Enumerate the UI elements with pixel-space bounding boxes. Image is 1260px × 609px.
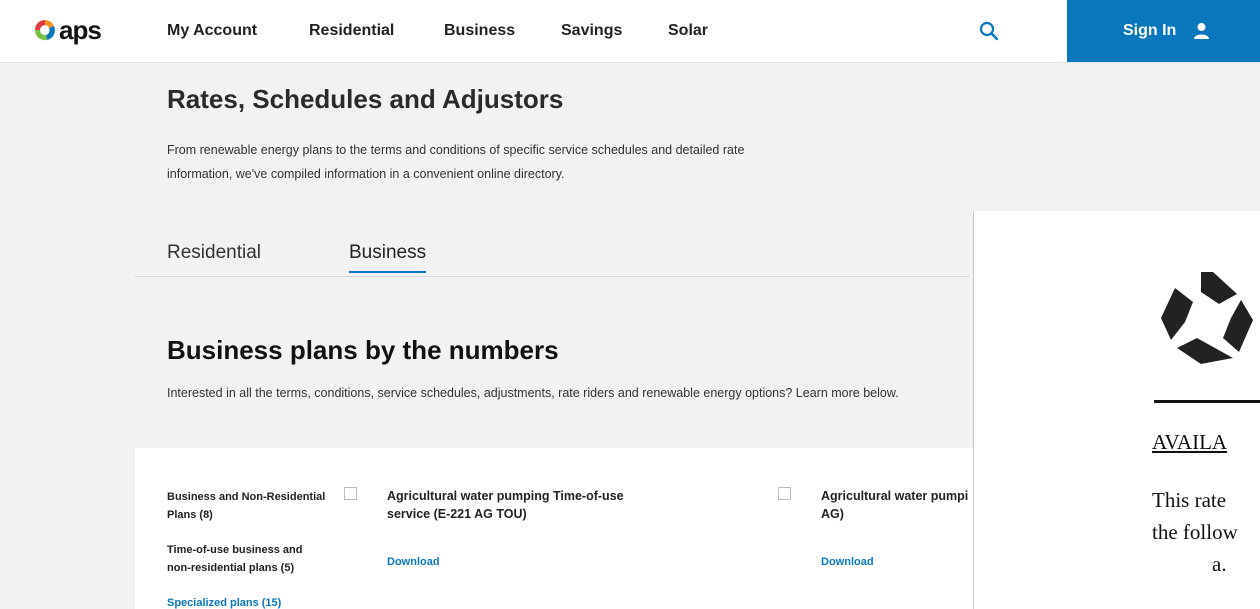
nav-solar[interactable]: Solar: [668, 22, 708, 40]
sign-in-label: Sign In: [1123, 22, 1177, 39]
tab-residential[interactable]: Residential: [167, 242, 261, 271]
logo-text: aps: [59, 15, 102, 45]
filter-time-of-use[interactable]: Time-of-use business and non-residential…: [167, 541, 312, 577]
filter-specialized-plans[interactable]: Specialized plans (15): [167, 594, 327, 609]
filter-business-non-residential[interactable]: Business and Non-Residential Plans (8): [167, 488, 327, 524]
sign-in-button[interactable]: Sign In: [1067, 0, 1260, 62]
search-icon: [979, 21, 999, 41]
document-line-2: the follow: [1152, 520, 1238, 544]
plan-checkbox-2[interactable]: [778, 487, 791, 500]
nav-business[interactable]: Business: [444, 22, 515, 40]
document-rule: [1154, 400, 1260, 403]
aps-logo-icon: [34, 20, 55, 41]
search-button[interactable]: [978, 20, 1000, 42]
nav-savings[interactable]: Savings: [561, 22, 622, 40]
plan-title-2: Agricultural water pumpi AG): [821, 489, 969, 521]
plan-title-1: Agricultural water pumping Time-of-use s…: [387, 489, 624, 521]
plans-panel: Business and Non-Residential Plans (8) T…: [135, 448, 973, 609]
top-nav: aps My Account Residential Business Savi…: [0, 0, 1260, 63]
page-title: Rates, Schedules and Adjustors: [167, 84, 564, 114]
plan-checkbox-1[interactable]: [344, 487, 357, 500]
tab-business[interactable]: Business: [349, 242, 427, 273]
document-line-1: This rate: [1152, 488, 1227, 512]
download-link-2[interactable]: Download: [821, 556, 874, 568]
section-title: Business plans by the numbers: [167, 335, 559, 365]
document-heading: AVAILA: [1152, 430, 1228, 454]
document-line-3: a.: [1212, 552, 1227, 576]
download-link-1[interactable]: Download: [387, 556, 440, 568]
aps-logo[interactable]: aps: [33, 15, 102, 45]
section-subtitle: Interested in all the terms, conditions,…: [167, 386, 899, 400]
aps-document-logo-icon: [1161, 272, 1253, 364]
page-intro: From renewable energy plans to the terms…: [167, 143, 745, 181]
nav-residential[interactable]: Residential: [309, 22, 394, 40]
nav-my-account[interactable]: My Account: [167, 22, 257, 40]
document-preview[interactable]: AVAILA This rate the follow a.: [973, 211, 1260, 609]
plan-tabs: Residential Business: [135, 242, 970, 277]
user-icon: [1194, 23, 1209, 39]
